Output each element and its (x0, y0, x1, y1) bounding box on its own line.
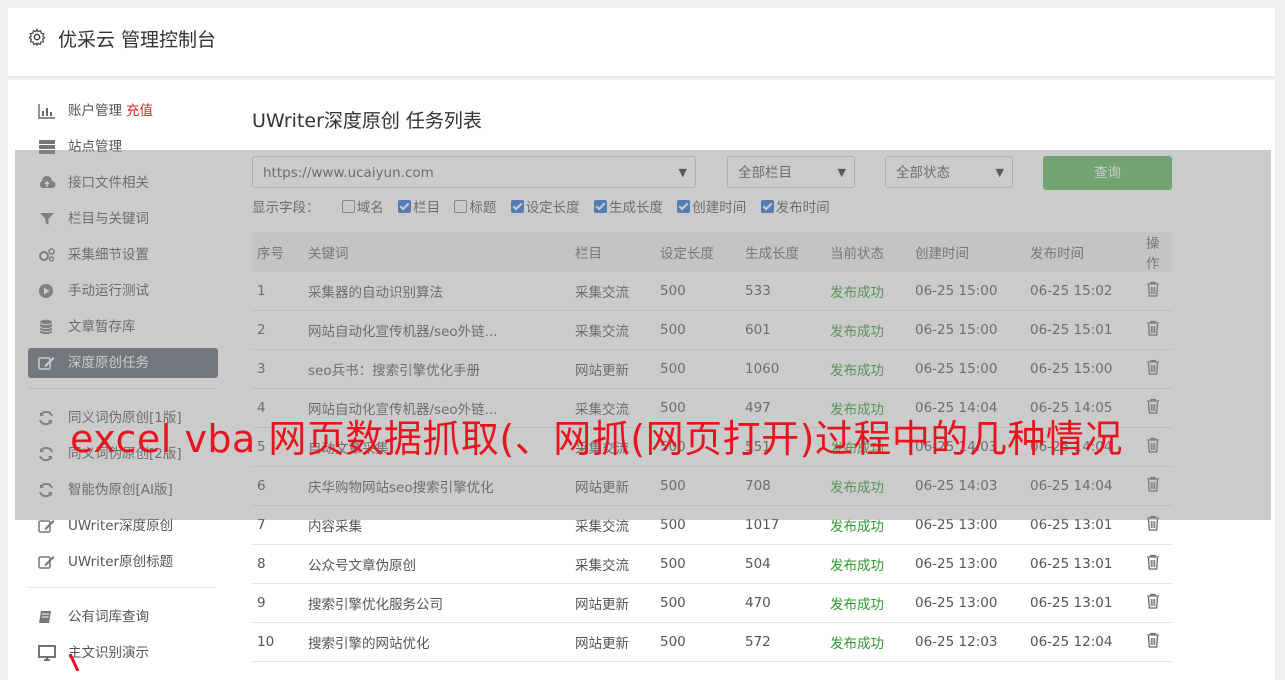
cell-index: 8 (252, 544, 303, 584)
book-icon (39, 611, 51, 623)
app-title: 优采云 管理控制台 (58, 29, 217, 51)
cell-status: 发布成功 (825, 622, 910, 662)
cell-keyword: 搜索引擎优化服务公司 (303, 583, 570, 623)
cell-publish-time: 06-25 13:01 (1025, 583, 1141, 623)
cell-column: 网站更新 (570, 622, 655, 662)
recharge-link[interactable]: 充值 (126, 103, 153, 119)
cell-column: 采集交流 (570, 544, 655, 584)
top-bar: 优采云 管理控制台 (8, 8, 1275, 77)
cell-keyword: 搜索引擎的网站优化 (303, 622, 570, 662)
sidebar-item-label: 主文识别演示 (68, 645, 149, 661)
cell-action (1141, 583, 1172, 623)
cell-publish-time: 06-25 13:01 (1025, 544, 1141, 584)
cell-gen-length: 504 (740, 544, 825, 584)
page-title: UWriter深度原创 任务列表 (252, 110, 482, 132)
cell-action (1141, 622, 1172, 662)
cell-column: 网站更新 (570, 583, 655, 623)
cell-action (1141, 544, 1172, 584)
trash-icon[interactable] (1146, 554, 1160, 570)
cell-status: 发布成功 (825, 583, 910, 623)
edit-icon (38, 556, 55, 569)
trash-icon[interactable] (1146, 593, 1160, 609)
cell-index: 9 (252, 583, 303, 623)
cell-set-length: 500 (655, 622, 740, 662)
sidebar-item-label: UWriter深度原创 (68, 518, 174, 534)
gear-icon[interactable] (28, 28, 46, 46)
sidebar-item-label: 账户管理 (68, 103, 122, 119)
table-row: 8 公众号文章伪原创 采集交流 500 504 发布成功 06-25 13:00 06-25 … (252, 544, 1172, 584)
cell-create-time: 06-25 13:00 (910, 583, 1025, 623)
table-row: 9 搜索引擎优化服务公司 网站更新 500 470 发布成功 06-25 13:00 06-2… (252, 583, 1172, 623)
cell-publish-time: 06-25 12:04 (1025, 622, 1141, 662)
cell-create-time: 06-25 13:00 (910, 544, 1025, 584)
cell-gen-length: 470 (740, 583, 825, 623)
table-row: 10 搜索引擎的网站优化 网站更新 500 572 发布成功 06-25 12:03 06-2… (252, 622, 1172, 662)
cell-keyword: 公众号文章伪原创 (303, 544, 570, 584)
sidebar-item-account[interactable]: 账户管理 充值 (28, 96, 218, 126)
sidebar-item-label: UWriter原创标题 (68, 554, 174, 570)
monitor-icon (38, 645, 56, 661)
sidebar-item-public-lexicon[interactable]: 公有词库查询 (28, 602, 218, 632)
cell-gen-length: 572 (740, 622, 825, 662)
overlay-shade (15, 150, 1271, 520)
overlay-headline: excel vba 网页数据抓取(、网抓(网页打开)过程中的几种情况 (70, 417, 1123, 461)
sidebar-divider (28, 587, 216, 588)
trash-icon[interactable] (1146, 632, 1160, 648)
cell-set-length: 500 (655, 544, 740, 584)
edit-icon (38, 520, 55, 533)
sidebar-item-label: 公有词库查询 (68, 609, 149, 625)
sidebar-item-uwriter-title[interactable]: UWriter原创标题 (28, 547, 218, 577)
sidebar-item-text-recognition[interactable]: 主文识别演示 (28, 638, 218, 668)
cell-status: 发布成功 (825, 544, 910, 584)
cell-create-time: 06-25 12:03 (910, 622, 1025, 662)
bar-chart-icon (38, 104, 55, 119)
cell-set-length: 500 (655, 583, 740, 623)
cell-index: 10 (252, 622, 303, 662)
red-stroke-mark (68, 654, 80, 671)
